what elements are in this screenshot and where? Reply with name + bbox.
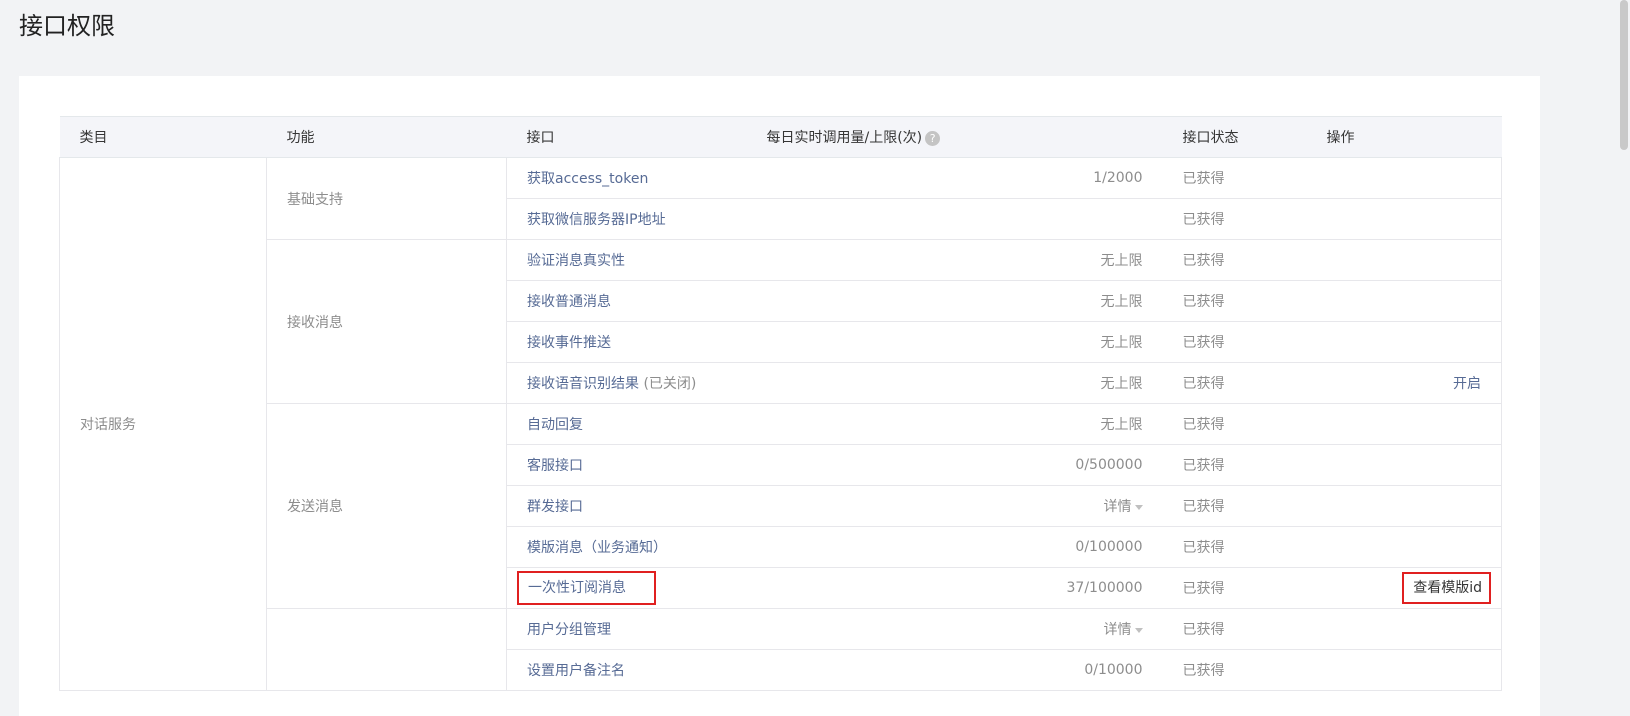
- quota-value: 无上限: [746, 280, 1163, 322]
- quota-value: 0/100000: [746, 526, 1163, 568]
- status-value: 已获得: [1162, 444, 1307, 486]
- api-name[interactable]: 接收普通消息: [506, 280, 747, 322]
- quota-value: 无上限: [746, 403, 1163, 445]
- api-name[interactable]: 客服接口: [506, 444, 747, 486]
- operation-cell: 开启: [1306, 362, 1502, 404]
- status-value: 已获得: [1162, 403, 1307, 445]
- question-circle-icon[interactable]: ?: [925, 130, 941, 146]
- function-cell: 接收消息: [266, 239, 507, 404]
- quota-details-dropdown[interactable]: 详情: [746, 608, 1163, 650]
- quota-value: 无上限: [746, 362, 1163, 404]
- quota-value: 无上限: [746, 239, 1163, 281]
- quota-value: 0/500000: [746, 444, 1163, 486]
- header-quota-label: 每日实时调用量/上限(次): [766, 130, 923, 146]
- operation-cell: [1306, 157, 1502, 199]
- api-name[interactable]: 获取access_token: [506, 157, 747, 199]
- table-row: 用户分组管理 详情 已获得: [60, 608, 1502, 691]
- quota-value: 1/2000: [746, 157, 1163, 199]
- status-value: 已获得: [1162, 198, 1307, 240]
- view-template-id-button[interactable]: 查看模版id: [1402, 572, 1491, 604]
- table-row: 发送消息 自动回复 无上限 已获得: [60, 403, 1502, 609]
- operation-cell: [1306, 526, 1502, 568]
- status-value: 已获得: [1162, 608, 1307, 650]
- api-name[interactable]: 获取微信服务器IP地址: [506, 198, 747, 240]
- operation-cell: [1306, 444, 1502, 486]
- api-name[interactable]: 群发接口: [506, 485, 747, 527]
- table-header-row: 类目 功能 接口 每日实时调用量/上限(次)? 接口状态 操作: [59, 116, 1502, 158]
- status-value: 已获得: [1162, 239, 1307, 281]
- status-value: 已获得: [1162, 649, 1307, 691]
- header-api: 接口: [506, 116, 747, 158]
- header-function: 功能: [266, 116, 507, 158]
- highlighted-api-name[interactable]: 一次性订阅消息: [517, 571, 656, 605]
- header-operation: 操作: [1306, 116, 1502, 158]
- quota-value: [746, 198, 1163, 240]
- status-value: 已获得: [1162, 280, 1307, 322]
- operation-cell: [1306, 239, 1502, 281]
- api-name[interactable]: 一次性订阅消息: [506, 567, 747, 609]
- api-note: (已关闭): [639, 376, 697, 392]
- page-title: 接口权限: [19, 12, 115, 40]
- page-scrollbar[interactable]: [1618, 0, 1630, 680]
- category-cell: 对话服务: [59, 157, 267, 691]
- api-permission-table: 类目 功能 接口 每日实时调用量/上限(次)? 接口状态 操作 对话服务 基础支…: [59, 116, 1502, 691]
- header-status: 接口状态: [1162, 116, 1307, 158]
- operation-cell: [1306, 485, 1502, 527]
- operation-cell: [1306, 403, 1502, 445]
- status-value: 已获得: [1162, 567, 1307, 609]
- operation-cell: [1306, 649, 1502, 691]
- status-value: 已获得: [1162, 157, 1307, 199]
- function-cell: 基础支持: [266, 157, 507, 240]
- status-value: 已获得: [1162, 362, 1307, 404]
- table-row: 对话服务 基础支持 获取access_token 1/2000 已获得: [59, 157, 1502, 691]
- api-permission-card: 类目 功能 接口 每日实时调用量/上限(次)? 接口状态 操作 对话服务 基础支…: [19, 76, 1540, 716]
- quota-value: 37/100000: [746, 567, 1163, 609]
- enable-button[interactable]: 开启: [1453, 376, 1481, 392]
- operation-cell: 查看模版id: [1306, 567, 1502, 609]
- api-name[interactable]: 验证消息真实性: [506, 239, 747, 281]
- operation-cell: [1306, 321, 1502, 363]
- api-name[interactable]: 模版消息（业务通知）: [506, 526, 747, 568]
- api-name[interactable]: 设置用户备注名: [506, 649, 747, 691]
- status-value: 已获得: [1162, 321, 1307, 363]
- quota-value: 0/10000: [746, 649, 1163, 691]
- function-cell: [266, 608, 507, 691]
- scrollbar-thumb[interactable]: [1620, 0, 1628, 150]
- operation-cell: [1306, 608, 1502, 650]
- api-name[interactable]: 接收事件推送: [506, 321, 747, 363]
- caret-down-icon: [1134, 504, 1143, 510]
- caret-down-icon: [1134, 627, 1143, 633]
- status-value: 已获得: [1162, 526, 1307, 568]
- api-name[interactable]: 用户分组管理: [506, 608, 747, 650]
- header-quota: 每日实时调用量/上限(次)?: [746, 116, 1163, 158]
- api-name[interactable]: 自动回复: [506, 403, 747, 445]
- operation-cell: [1306, 198, 1502, 240]
- header-category: 类目: [59, 116, 267, 158]
- function-cell: 发送消息: [266, 403, 507, 609]
- quota-value: 无上限: [746, 321, 1163, 363]
- quota-details-dropdown[interactable]: 详情: [746, 485, 1163, 527]
- table-row: 接收消息 验证消息真实性 无上限 已获得: [60, 239, 1502, 404]
- operation-cell: [1306, 280, 1502, 322]
- status-value: 已获得: [1162, 485, 1307, 527]
- api-name[interactable]: 接收语音识别结果 (已关闭): [506, 362, 747, 404]
